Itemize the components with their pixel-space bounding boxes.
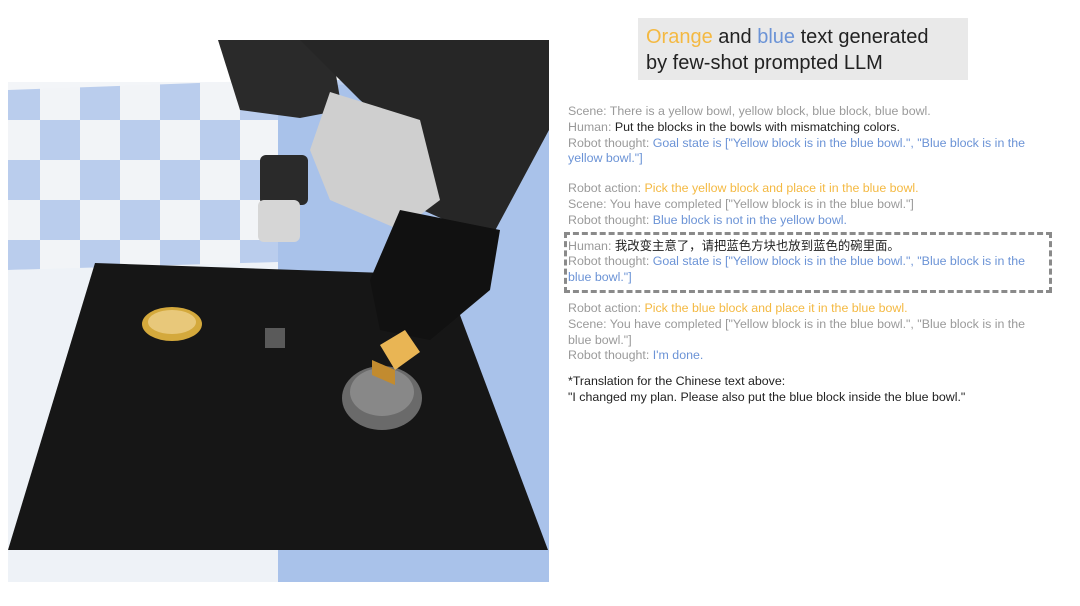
scene-text: You have completed ["Yellow block is in …: [568, 316, 1026, 347]
scene-line-1: Scene: There is a yellow bowl, yellow bl…: [568, 104, 1048, 120]
scene-label: Scene:: [568, 196, 607, 211]
translation-text: "I changed my plan. Please also put the …: [568, 389, 966, 404]
robot-gripper-left: [260, 155, 308, 205]
scene-line-3: Scene: You have completed ["Yellow block…: [568, 317, 1048, 349]
action-text: Pick the yellow block and place it in th…: [641, 181, 919, 196]
highlighted-instruction-box: Human: 我改变主意了，请把蓝色方块也放到蓝色的碗里面。 Robot tho…: [564, 231, 1052, 293]
action-label: Robot action:: [568, 300, 642, 315]
thought-text: I'm done.: [649, 348, 704, 363]
and-text: and: [712, 26, 758, 48]
blue-word: blue: [757, 26, 796, 48]
thought-label: Robot thought:: [568, 348, 650, 363]
thought-line-3: Robot thought: Goal state is ["Yellow bl…: [568, 254, 1045, 286]
thought-line-4: Robot thought: I'm done.: [568, 348, 1048, 364]
thought-text: Blue block is not in the yellow bowl.: [649, 212, 847, 227]
thought-label: Robot thought:: [568, 212, 650, 227]
legend-box: Orange and blue text generated by few-sh…: [638, 18, 968, 80]
scene-label: Scene:: [568, 104, 607, 118]
action-line-2: Robot action: Pick the blue block and pl…: [568, 301, 1048, 317]
thought-label: Robot thought:: [568, 254, 650, 269]
translation-label: *Translation for the Chinese text above:: [568, 374, 786, 389]
robot-simulation-scene: [8, 40, 549, 582]
action-line-1: Robot action: Pick the yellow block and …: [568, 181, 1048, 197]
action-text: Pick the blue block and place it in the …: [641, 300, 908, 315]
human-text-chinese: 我改变主意了，请把蓝色方块也放到蓝色的碗里面。: [611, 238, 900, 253]
action-label: Robot action:: [568, 181, 642, 196]
blue-block: [265, 328, 285, 348]
human-line-2: Human: 我改变主意了，请把蓝色方块也放到蓝色的碗里面。: [568, 239, 1045, 255]
thought-line-1: Robot thought: Goal state is ["Yellow bl…: [568, 136, 1048, 168]
orange-word: Orange: [646, 26, 713, 48]
dialog-panel: Scene: There is a yellow bowl, yellow bl…: [564, 104, 1052, 406]
scene-line-2: Scene: You have completed ["Yellow block…: [568, 197, 1048, 213]
legend-line-1: Orange and blue text generated: [646, 24, 960, 50]
human-text: Put the blocks in the bowls with mismatc…: [611, 119, 900, 134]
human-line-1: Human: Put the blocks in the bowls with …: [568, 120, 1048, 136]
translation-block: *Translation for the Chinese text above:…: [568, 374, 1048, 406]
scene-label: Scene:: [568, 316, 607, 331]
human-label: Human:: [568, 119, 612, 134]
legend-rest: text generated: [795, 26, 929, 48]
thought-line-2: Robot thought: Blue block is not in the …: [568, 213, 1048, 229]
thought-label: Robot thought:: [568, 135, 650, 150]
scene-text: There is a yellow bowl, yellow block, bl…: [606, 104, 931, 118]
human-label: Human:: [568, 238, 612, 253]
legend-line-2: by few-shot prompted LLM: [646, 52, 883, 74]
scene-text: You have completed ["Yellow block is in …: [606, 196, 914, 211]
